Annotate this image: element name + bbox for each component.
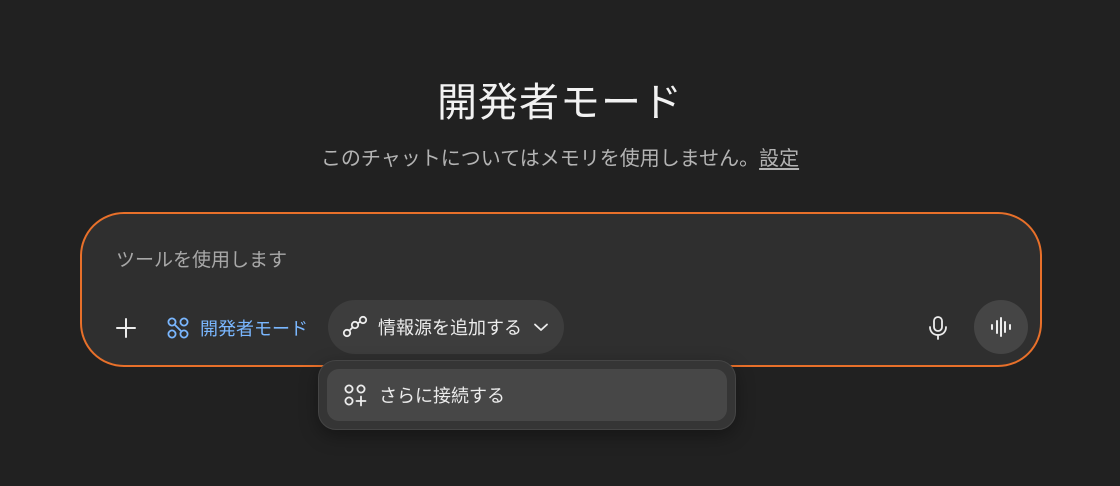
source-dropdown-menu: さらに接続する: [318, 360, 736, 430]
add-source-button[interactable]: 情報源を追加する: [328, 300, 564, 354]
settings-link[interactable]: 設定: [759, 146, 799, 170]
sources-icon: [342, 315, 368, 339]
menu-item-connect-more[interactable]: さらに接続する: [327, 369, 727, 421]
memory-notice-text: このチャットについてはメモリを使用しません。: [320, 146, 760, 170]
connect-more-icon: [343, 383, 367, 407]
chevron-down-icon: [532, 318, 550, 336]
microphone-icon: [927, 315, 949, 341]
composer: 開発者モード 情報源を追加する: [80, 212, 1042, 367]
voice-mode-button[interactable]: [974, 300, 1028, 354]
add-attachment-button[interactable]: [108, 310, 144, 346]
developer-mode-chip[interactable]: 開発者モード: [166, 310, 308, 346]
plus-icon: [115, 317, 137, 339]
prompt-input[interactable]: [114, 242, 978, 278]
page-title: 開発者モード: [437, 80, 683, 126]
developer-mode-icon: [166, 316, 190, 340]
developer-mode-page: 開発者モード このチャットについてはメモリを使用しません。設定 ツールを使用しま…: [0, 0, 1120, 486]
dictate-button[interactable]: [918, 308, 958, 348]
developer-mode-label: 開発者モード: [200, 319, 308, 340]
add-source-label: 情報源を追加する: [378, 318, 522, 339]
voice-mode-icon: [989, 316, 1013, 338]
connect-more-label: さらに接続する: [379, 386, 505, 407]
memory-notice: このチャットについてはメモリを使用しません。設定: [0, 142, 1120, 171]
